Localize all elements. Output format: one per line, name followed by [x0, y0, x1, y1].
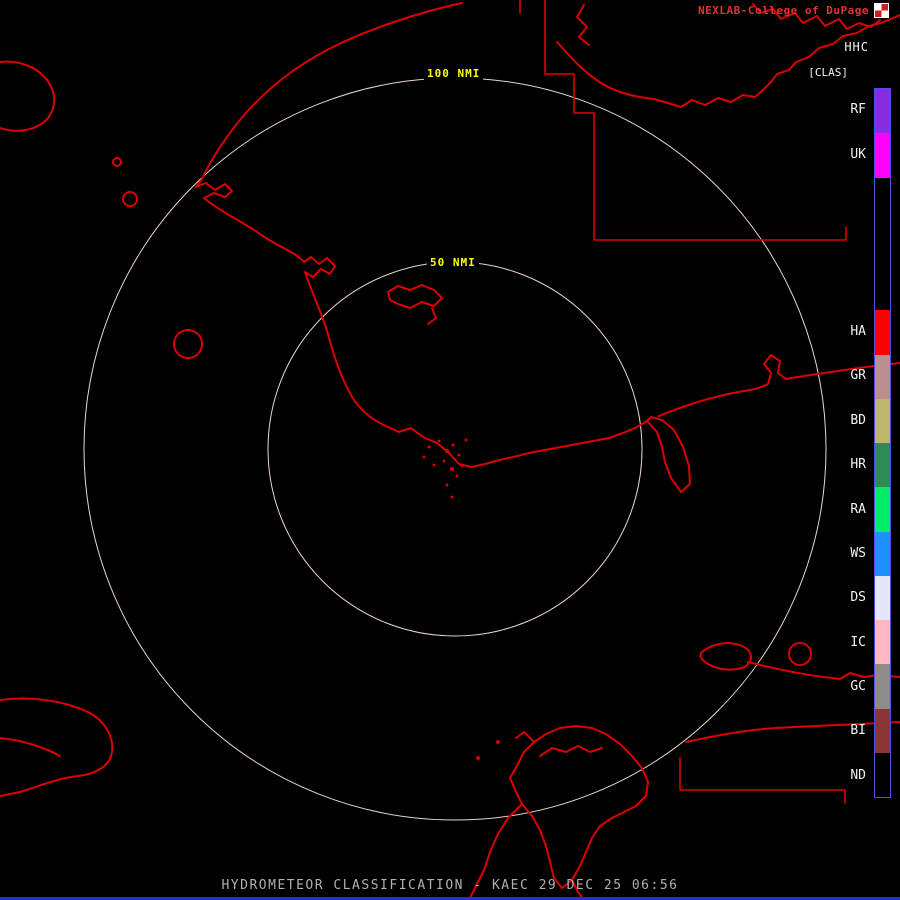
islet-southeast — [699, 642, 752, 671]
legend-segment — [875, 177, 890, 311]
radar-echo-speckles — [422, 438, 500, 760]
range-label-50nmi: 50 NMI — [427, 256, 479, 269]
island-south-inner — [539, 745, 603, 757]
product-tag-label: [CLAS] — [808, 66, 848, 79]
legend-segment — [875, 354, 890, 399]
brand-flag-icon — [874, 3, 889, 18]
small-lake-circle — [173, 329, 203, 359]
legend-segment — [875, 487, 890, 532]
island-south-hook — [515, 731, 535, 743]
legend-segment — [875, 664, 890, 709]
range-rings — [83, 77, 827, 821]
range-label-100nmi: 100 NMI — [424, 67, 484, 80]
river-east — [658, 354, 900, 417]
coastline-inlet-loop — [387, 284, 443, 325]
coastline-northwest — [195, 2, 648, 468]
legend-segment — [875, 531, 890, 576]
legend-segment — [875, 89, 890, 134]
status-line: HYDROMETEOR CLASSIFICATION - KAEC 29 DEC… — [221, 878, 679, 893]
legend-segment — [875, 708, 890, 753]
range-ring-100nmi — [83, 77, 827, 821]
small-lake-circle — [112, 157, 122, 167]
small-lake-circle — [788, 642, 812, 666]
legend-segment — [875, 752, 890, 797]
legend-segment — [875, 443, 890, 488]
river-branch-north — [576, 4, 590, 46]
legend-segment — [875, 310, 890, 355]
legend-segment — [875, 398, 890, 443]
header-brand-row: NEXLAB-College of DuPage — [698, 3, 889, 18]
legend-bar — [874, 88, 891, 798]
legend-segment — [875, 575, 890, 620]
county-border-steps — [544, 0, 847, 241]
landmass-west-bottom-inner — [0, 737, 61, 757]
range-ring-50nmi — [267, 261, 643, 637]
legend-segment — [875, 620, 890, 665]
radar-map-canvas — [0, 0, 900, 900]
map-borders — [0, 0, 900, 900]
radar-display: 100 NMI 50 NMI NEXLAB-College of DuPage … — [0, 0, 900, 900]
small-lake-circle — [122, 191, 138, 207]
county-border-southeast — [679, 757, 846, 804]
brand-text: NEXLAB-College of DuPage — [698, 4, 869, 17]
coastline-southeast-lower — [685, 721, 900, 743]
legend-segment — [875, 133, 890, 178]
landmass-west-top — [0, 60, 56, 132]
island-south-main — [509, 725, 649, 889]
product-code-label: HHC — [844, 40, 869, 54]
landmass-west-bottom — [0, 697, 114, 797]
lake-outline — [646, 416, 691, 493]
